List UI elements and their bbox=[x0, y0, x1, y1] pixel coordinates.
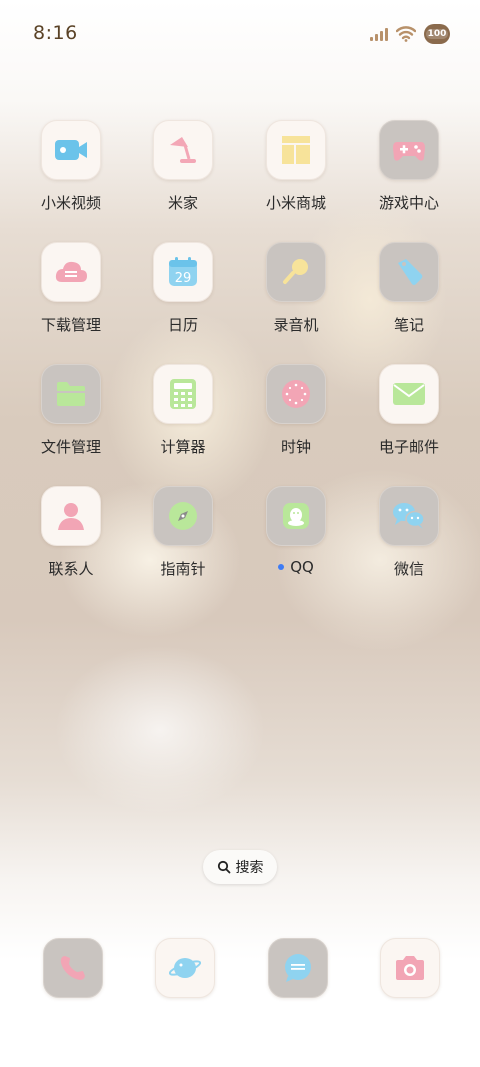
app-game-center[interactable]: 游戏中心 bbox=[354, 120, 464, 213]
app-clock[interactable]: 时钟 bbox=[241, 364, 351, 457]
status-bar: 8:16 100 bbox=[0, 0, 480, 66]
app-mijia[interactable]: 米家 bbox=[128, 120, 238, 213]
signal-icon bbox=[370, 27, 388, 41]
app-label: 录音机 bbox=[273, 316, 319, 334]
compass-icon bbox=[153, 486, 213, 546]
app-mi-video[interactable]: 小米视频 bbox=[16, 120, 126, 213]
app-label: 小米商城 bbox=[265, 194, 326, 212]
browser-icon bbox=[155, 938, 215, 998]
app-label: 时钟 bbox=[280, 438, 311, 456]
video-camera-icon bbox=[41, 120, 101, 180]
app-label: 微信 bbox=[393, 560, 424, 578]
microphone-icon bbox=[266, 242, 326, 302]
qq-penguin-icon bbox=[266, 486, 326, 546]
app-label: 文件管理 bbox=[40, 438, 101, 456]
app-label: 日历 bbox=[167, 316, 198, 334]
status-icons: 100 bbox=[370, 24, 450, 44]
messages-icon bbox=[268, 938, 328, 998]
app-label: 小米视频 bbox=[40, 194, 101, 212]
mail-icon bbox=[379, 364, 439, 424]
dock-phone[interactable] bbox=[43, 938, 103, 998]
app-calculator[interactable]: 计算器 bbox=[128, 364, 238, 457]
app-label: 笔记 bbox=[393, 316, 424, 334]
note-tag-icon bbox=[379, 242, 439, 302]
battery-level: 100 bbox=[425, 29, 449, 39]
lamp-icon bbox=[153, 120, 213, 180]
app-label: 联系人 bbox=[48, 560, 94, 578]
phone-icon bbox=[43, 938, 103, 998]
app-calendar[interactable]: 29 日历 bbox=[128, 242, 238, 335]
app-email[interactable]: 电子邮件 bbox=[354, 364, 464, 457]
app-label: 计算器 bbox=[160, 438, 206, 456]
new-badge-dot bbox=[278, 564, 285, 570]
app-compass[interactable]: 指南针 bbox=[128, 486, 238, 579]
camera-icon bbox=[380, 938, 440, 998]
app-qq[interactable]: QQ bbox=[241, 486, 351, 576]
battery-dog-icon: 100 bbox=[424, 24, 450, 44]
app-label: 游戏中心 bbox=[378, 194, 439, 212]
app-label: 指南针 bbox=[160, 560, 206, 578]
cloud-download-icon bbox=[41, 242, 101, 302]
app-notes[interactable]: 笔记 bbox=[354, 242, 464, 335]
search-icon bbox=[217, 860, 230, 874]
app-label: QQ bbox=[290, 558, 314, 576]
app-contacts[interactable]: 联系人 bbox=[16, 486, 126, 579]
dock-messages[interactable] bbox=[268, 938, 328, 998]
contact-icon bbox=[41, 486, 101, 546]
calendar-icon: 29 bbox=[153, 242, 213, 302]
app-label: 电子邮件 bbox=[378, 438, 439, 456]
gamepad-icon bbox=[379, 120, 439, 180]
app-label: 米家 bbox=[167, 194, 198, 212]
app-downloads[interactable]: 下载管理 bbox=[16, 242, 126, 335]
app-recorder[interactable]: 录音机 bbox=[241, 242, 351, 335]
dock-camera[interactable] bbox=[380, 938, 440, 998]
clock-icon bbox=[266, 364, 326, 424]
search-label: 搜索 bbox=[235, 860, 264, 876]
folder-icon bbox=[41, 364, 101, 424]
app-label: 下载管理 bbox=[40, 316, 101, 334]
store-icon bbox=[266, 120, 326, 180]
app-wechat[interactable]: 微信 bbox=[354, 486, 464, 579]
wifi-icon bbox=[396, 26, 416, 42]
wechat-icon bbox=[379, 486, 439, 546]
calculator-icon bbox=[153, 364, 213, 424]
status-time: 8:16 bbox=[33, 22, 78, 44]
calendar-day: 29 bbox=[175, 271, 192, 286]
search-button[interactable]: 搜索 bbox=[203, 850, 277, 884]
app-files[interactable]: 文件管理 bbox=[16, 364, 126, 457]
app-mi-store[interactable]: 小米商城 bbox=[241, 120, 351, 213]
dock-browser[interactable] bbox=[155, 938, 215, 998]
app-label-qq: QQ bbox=[241, 558, 351, 576]
